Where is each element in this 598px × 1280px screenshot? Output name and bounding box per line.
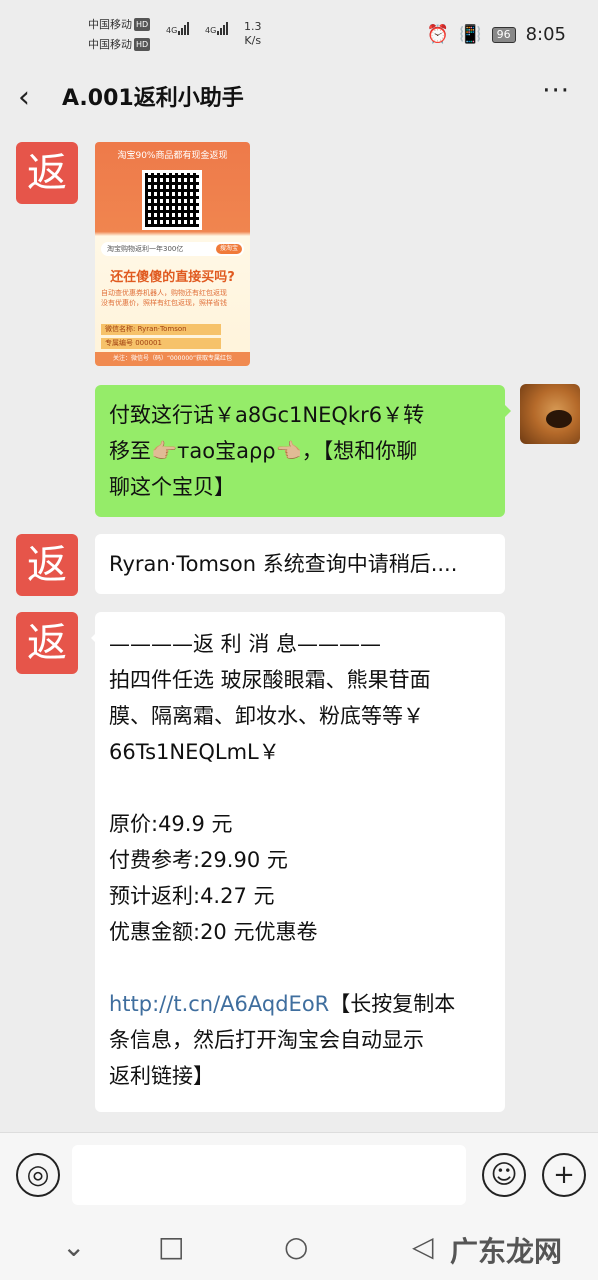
message-bubble-received[interactable]: Ryran·Tomson 系统查询中请稍后....	[95, 534, 505, 594]
vibrate-icon: 📳	[459, 24, 482, 45]
input-bar: ◎ ☺ +	[0, 1132, 598, 1217]
poster-search-bar: 淘宝购物返利一年300亿 搜淘宝	[101, 242, 244, 256]
carrier-label-1: 中国移动 HD	[88, 18, 151, 31]
message-text: 付费参考:29.90 元	[109, 848, 288, 872]
home-icon[interactable]: ○	[284, 1230, 308, 1263]
chat-title: A.001返利小助手	[62, 86, 244, 111]
signal-icon: 4G	[166, 22, 190, 35]
message-text: Ryran·Tomson 系统查询中请稍后....	[109, 552, 458, 576]
chat-area[interactable]: 返 淘宝90%商品都有现金返现 淘宝购物返利一年300亿 搜淘宝 还在傻傻的直接买…	[0, 132, 598, 1132]
clock: 8:05	[525, 24, 566, 45]
message-text: 预计返利:4.27 元	[109, 884, 275, 908]
poster-top-text: 淘宝90%商品都有现金返现	[117, 151, 228, 161]
carrier-label-2: 中国移动 HD	[88, 38, 151, 51]
battery-icon: 96	[491, 26, 516, 43]
message-input[interactable]	[72, 1145, 466, 1205]
recent-apps-icon[interactable]: □	[158, 1230, 184, 1263]
poster-desc: 自动查优惠券机器人，购物还有红包返现 没有优惠价，照样有红包返现，照样省钱	[101, 289, 227, 307]
message-text: 付致这行话￥a8Gc1NEQkr6￥转	[109, 403, 425, 427]
status-right: ⏰ 📳 96 8:05	[427, 24, 566, 45]
status-bar: 中国移动 HD 中国移动 HD 4G 4G 1.3 K/s ⏰ 📳 96 8:05	[0, 0, 598, 70]
chevron-down-icon[interactable]: ⌄	[62, 1230, 85, 1263]
bot-avatar[interactable]: 返	[16, 612, 78, 674]
poster-code: 专属编号 000001	[101, 338, 221, 349]
rebate-link[interactable]: http://t.cn/A6AqdEoR	[109, 992, 329, 1016]
message-text: ————返 利 消 息————	[109, 632, 382, 656]
more-icon[interactable]: ···	[542, 76, 570, 106]
poster-wechat-name: 微信名称: Ryran·Tomson	[101, 324, 221, 335]
alarm-icon: ⏰	[426, 24, 450, 45]
signal-icon-2: 4G	[205, 22, 229, 35]
poster-question: 还在傻傻的直接买吗?	[110, 270, 235, 285]
message-text: 膜、隔离霜、卸妆水、粉底等等￥	[109, 704, 424, 728]
promo-poster-image[interactable]: 淘宝90%商品都有现金返现 淘宝购物返利一年300亿 搜淘宝 还在傻傻的直接买吗?…	[95, 142, 250, 366]
poster-footer: 关注：微信号（码）“000000”获取专属红包	[95, 352, 250, 366]
add-icon[interactable]: +	[542, 1153, 586, 1197]
network-speed: 1.3 K/s	[244, 20, 262, 47]
emoji-icon[interactable]: ☺	[482, 1153, 526, 1197]
message-text: 条信息，然后打开淘宝会自动显示	[109, 1028, 424, 1052]
watermark: 广东龙网	[449, 1235, 562, 1268]
message-text: 拍四件任选 玻尿酸眼霜、熊果苷面	[109, 668, 431, 692]
message-text: 66Ts1NEQLmL￥	[109, 740, 280, 764]
voice-icon[interactable]: ◎	[16, 1153, 60, 1197]
message-text: 聊这个宝贝】	[109, 475, 235, 499]
message-bubble-received[interactable]: ————返 利 消 息———— 拍四件任选 玻尿酸眼霜、熊果苷面 膜、隔离霜、卸…	[91, 612, 505, 1112]
message-text: 移至👉🏼тao宝аρρ👈🏼，【想和你聊	[109, 439, 418, 463]
bot-avatar[interactable]: 返	[16, 534, 78, 596]
message-text: 返利链接】	[109, 1064, 214, 1088]
message-text: 优惠金额:20 元优惠卷	[109, 920, 318, 944]
back-icon[interactable]: ◁	[412, 1230, 434, 1263]
message-bubble-sent[interactable]: 付致这行话￥a8Gc1NEQkr6￥转 移至👉🏼тao宝аρρ👈🏼，【想和你聊 …	[95, 385, 511, 517]
user-avatar[interactable]	[520, 384, 580, 444]
system-navigation: ⌄ □ ○ ◁ 广东龙网	[0, 1216, 598, 1280]
message-text: 【长按复制本	[329, 992, 456, 1016]
bot-avatar[interactable]: 返	[16, 142, 78, 204]
chevron-left-icon[interactable]: ‹	[18, 80, 30, 115]
chat-header: ‹ A.001返利小助手 ···	[0, 70, 598, 132]
message-text: 原价:49.9 元	[109, 812, 233, 836]
qr-code-image	[142, 170, 202, 230]
